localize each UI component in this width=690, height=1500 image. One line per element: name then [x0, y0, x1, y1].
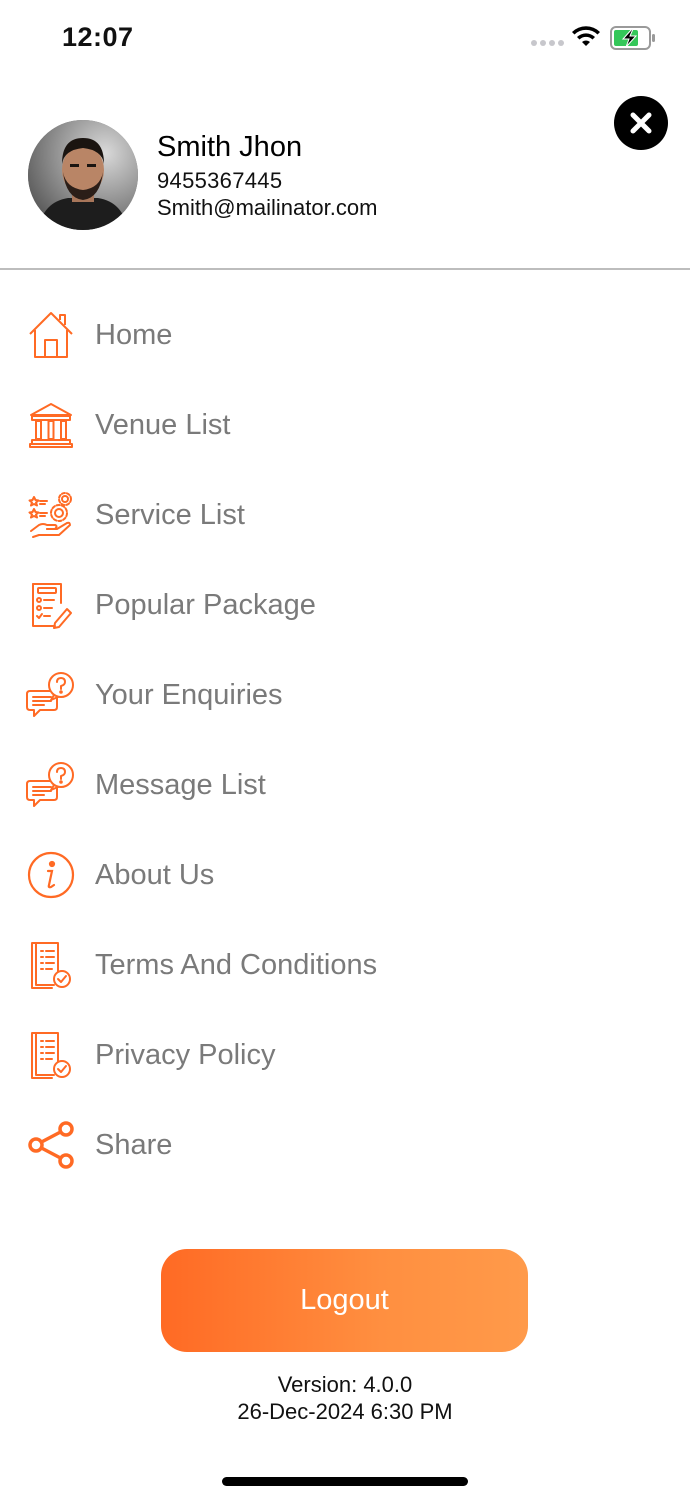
menu-label: Terms And Conditions — [95, 948, 378, 981]
menu-item-terms-and-conditions[interactable]: Terms And Conditions — [0, 920, 690, 1010]
logout-button[interactable]: Logout — [161, 1249, 528, 1352]
menu-item-popular-package[interactable]: Popular Package — [0, 560, 690, 650]
package-checklist-icon — [26, 580, 76, 630]
document-check-icon — [26, 940, 76, 990]
menu-item-message-list[interactable]: Message List — [0, 740, 690, 830]
enquiry-chat-icon — [26, 670, 76, 720]
app-version: Version: 4.0.0 — [277, 1372, 413, 1397]
close-icon — [630, 112, 652, 134]
battery-charging-icon — [610, 26, 655, 50]
menu-label: Share — [95, 1128, 173, 1161]
menu-item-about-us[interactable]: About Us — [0, 830, 690, 920]
status-bar: 12:07 — [0, 0, 690, 80]
menu-item-home[interactable]: Home — [0, 290, 690, 380]
cellular-signal-icon — [531, 40, 564, 46]
info-icon — [26, 850, 76, 900]
menu-label: Popular Package — [95, 588, 316, 621]
menu-item-service-list[interactable]: Service List — [0, 470, 690, 560]
home-icon — [26, 310, 76, 360]
menu-label: About Us — [95, 858, 215, 891]
menu-label: Your Enquiries — [95, 678, 283, 711]
menu-label: Home — [95, 318, 173, 351]
avatar-photo — [28, 120, 138, 230]
avatar — [28, 120, 138, 230]
menu-item-share[interactable]: Share — [0, 1100, 690, 1190]
status-time: 12:07 — [62, 22, 134, 52]
wifi-icon — [572, 26, 600, 46]
menu-item-your-enquiries[interactable]: Your Enquiries — [0, 650, 690, 740]
venue-building-icon — [26, 400, 76, 450]
user-name: Smith Jhon — [157, 131, 303, 163]
menu-label: Message List — [95, 768, 266, 801]
user-phone: 9455367445 — [157, 168, 283, 193]
service-hand-gear-icon — [26, 490, 76, 540]
menu-label: Venue List — [95, 408, 231, 441]
menu-item-venue-list[interactable]: Venue List — [0, 380, 690, 470]
menu-item-privacy-policy[interactable]: Privacy Policy — [0, 1010, 690, 1100]
build-date: 26-Dec-2024 6:30 PM — [237, 1399, 453, 1424]
menu-label: Service List — [95, 498, 245, 531]
user-email: Smith@mailinator.com — [157, 195, 378, 220]
message-chat-icon — [26, 760, 76, 810]
close-button[interactable] — [614, 96, 668, 150]
menu-label: Privacy Policy — [95, 1038, 276, 1071]
header-divider — [0, 268, 690, 270]
home-indicator[interactable] — [222, 1477, 468, 1486]
share-icon — [26, 1120, 76, 1170]
document-check-icon — [26, 1030, 76, 1080]
